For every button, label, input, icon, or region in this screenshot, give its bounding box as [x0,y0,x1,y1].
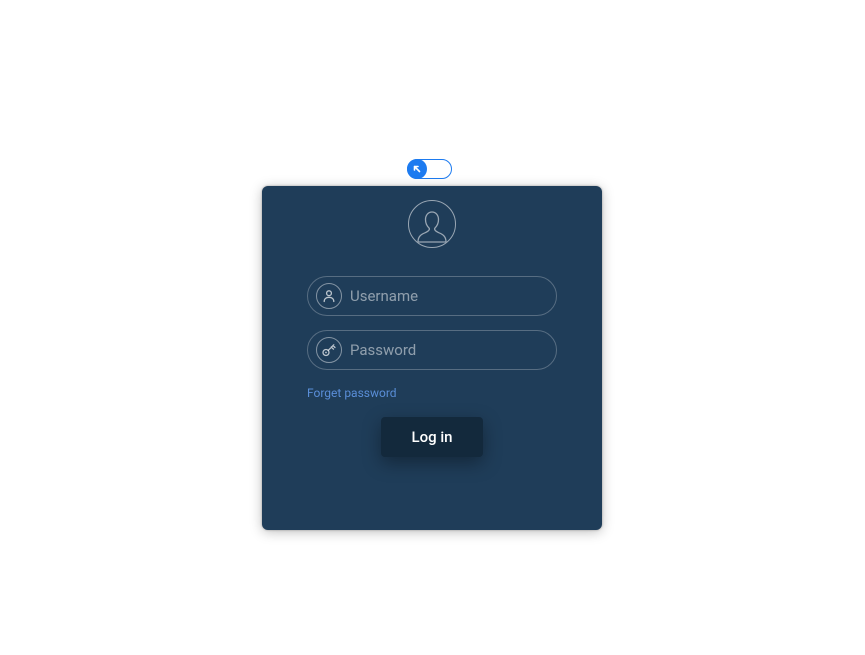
password-field-wrapper [307,330,557,370]
toggle-knob [407,159,427,179]
arrow-up-left-icon [412,164,422,174]
login-card: Forget password Log in [262,186,602,530]
username-input[interactable] [342,287,561,305]
username-field-wrapper [307,276,557,316]
avatar-icon [408,200,456,248]
user-icon [316,283,342,309]
login-button[interactable]: Log in [381,417,483,457]
forget-password-link[interactable]: Forget password [307,386,397,400]
key-icon [316,337,342,363]
forget-password-row: Forget password [307,382,557,401]
view-toggle[interactable] [407,159,452,179]
password-input[interactable] [342,341,561,359]
